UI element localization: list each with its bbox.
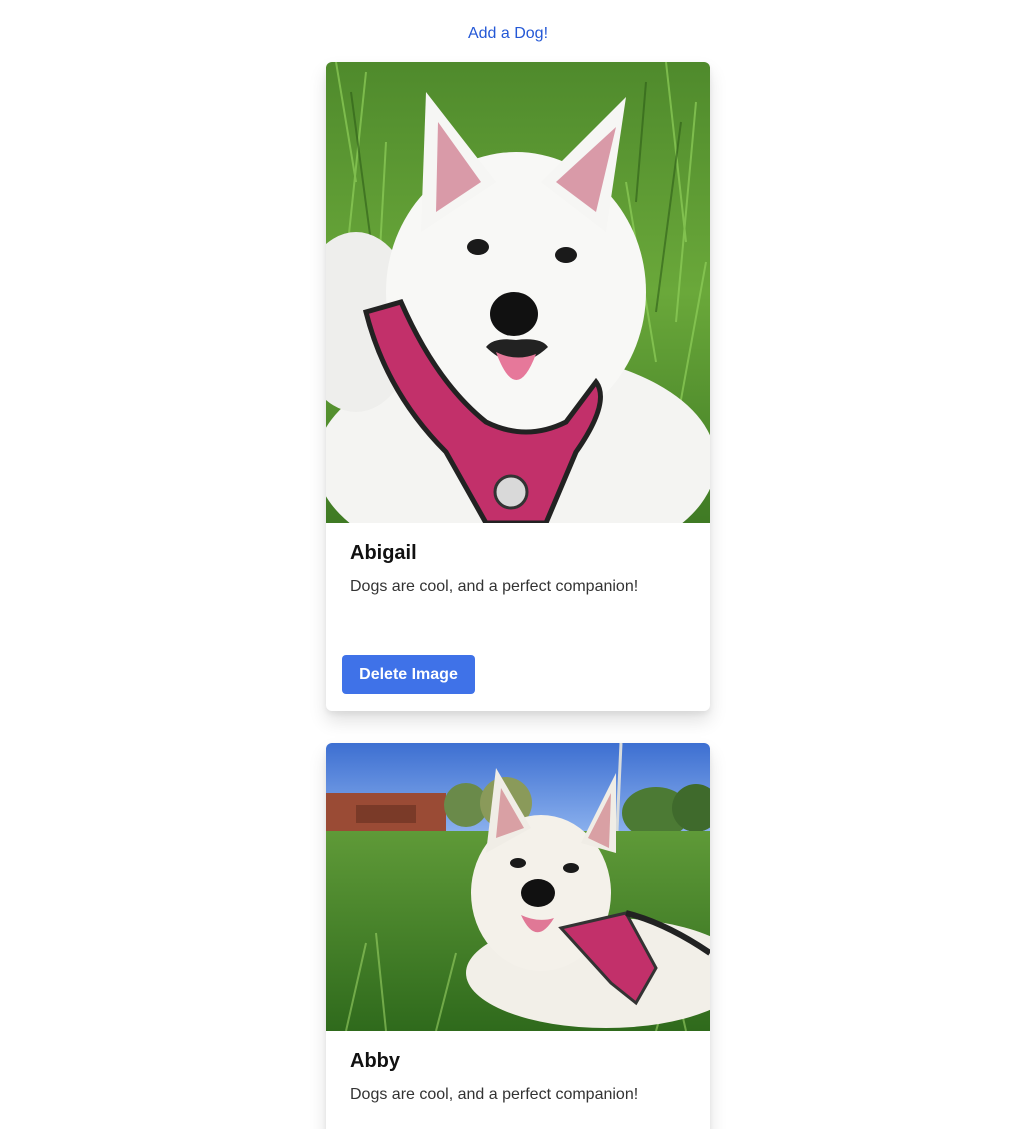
delete-image-button[interactable]: Delete Image	[342, 655, 475, 694]
dog-name: Abby	[350, 1050, 400, 1072]
page: Add a Dog! Abigail Dogs are cool, and a …	[0, 0, 1016, 1129]
dog-photo	[326, 743, 710, 1031]
dog-photo	[326, 62, 710, 523]
dog-name: Abigail	[350, 542, 417, 564]
dog-card: Abigail Dogs are cool, and a perfect com…	[326, 62, 710, 711]
dog-description: Dogs are cool, and a perfect companion!	[350, 578, 639, 595]
dog-card: Abby Dogs are cool, and a perfect compan…	[326, 743, 710, 1129]
add-dog-link[interactable]: Add a Dog!	[0, 22, 1016, 46]
dog-description: Dogs are cool, and a perfect companion!	[350, 1086, 639, 1103]
